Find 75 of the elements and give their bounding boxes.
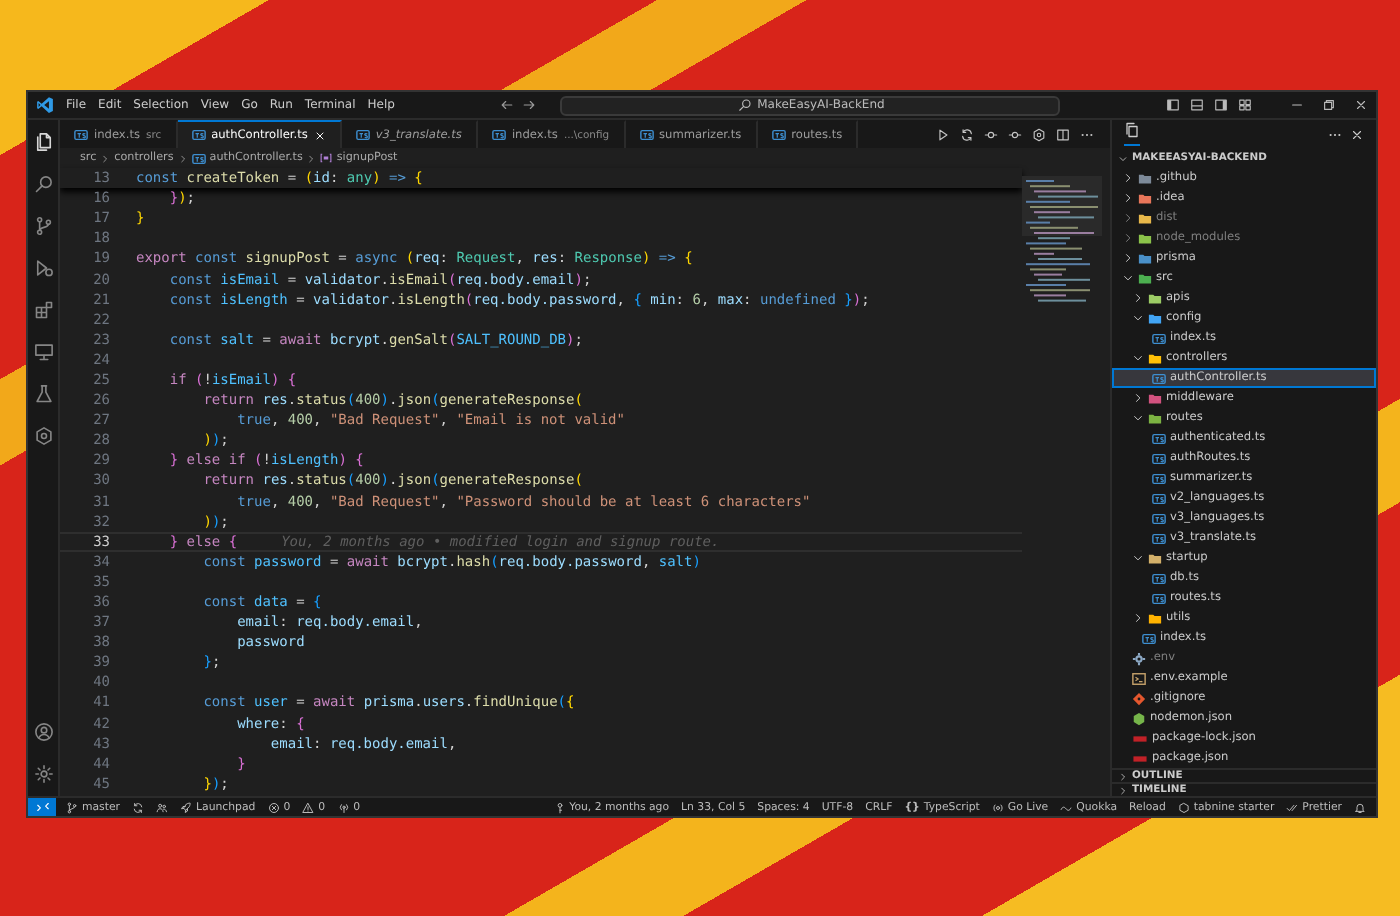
chevron-right-icon (177, 153, 188, 163)
ts-file-icon (1152, 451, 1166, 465)
play-bug-icon[interactable] (33, 258, 53, 278)
chevron-down-icon (1118, 153, 1128, 163)
ts-file-icon (1152, 591, 1166, 605)
gear-icon (1132, 651, 1146, 665)
error-icon (267, 801, 280, 813)
files-icon[interactable] (33, 132, 53, 152)
antenna-icon (337, 801, 350, 813)
monitor-icon[interactable] (33, 342, 53, 362)
split-editor-icon[interactable] (1056, 127, 1070, 141)
chevron-right-icon (306, 153, 317, 163)
hexagon-icon (1177, 801, 1190, 813)
diamond-icon (1132, 691, 1146, 705)
sidebar-left-icon[interactable] (1166, 98, 1180, 112)
remote-icon (35, 800, 49, 814)
rocket-icon (180, 801, 193, 813)
flask-icon[interactable] (33, 384, 53, 404)
ts-file-icon (355, 128, 370, 142)
minimize-icon[interactable] (1290, 98, 1304, 112)
symbol-icon (320, 152, 333, 164)
ts-file-icon (1152, 491, 1166, 505)
ts-file-icon (1152, 571, 1166, 585)
radio-tower-icon (991, 801, 1004, 813)
run-icon[interactable] (936, 127, 950, 141)
search-icon[interactable] (33, 174, 53, 194)
branch-icon[interactable] (33, 216, 53, 236)
restore-icon[interactable] (1322, 98, 1336, 112)
ts-file-icon (1152, 531, 1166, 545)
ts-file-icon (1152, 371, 1166, 385)
wave-icon (1060, 801, 1073, 813)
close-icon[interactable] (1354, 98, 1368, 112)
ts-file-icon (771, 128, 786, 142)
account-icon[interactable] (33, 722, 53, 742)
circle-icon[interactable] (984, 127, 998, 141)
key-icon (553, 801, 566, 813)
close-icon[interactable] (1350, 127, 1364, 141)
ts-file-icon (491, 128, 506, 142)
search-icon (737, 98, 752, 112)
remote-button[interactable] (28, 798, 56, 816)
circle-icon[interactable] (1008, 127, 1022, 141)
code-editor-logo-icon (36, 96, 54, 114)
panel-bottom-icon[interactable] (1190, 98, 1204, 112)
status-item[interactable] (132, 801, 145, 813)
hexagon-icon[interactable] (33, 426, 53, 446)
people-icon (156, 801, 169, 813)
sidebar-right-icon[interactable] (1214, 98, 1228, 112)
branch-icon (66, 801, 78, 813)
status-item[interactable] (156, 801, 169, 813)
ts-file-icon (191, 151, 206, 165)
warning-icon (302, 801, 315, 813)
hexagon-icon[interactable] (1032, 127, 1046, 141)
ts-file-icon (1152, 431, 1166, 445)
ts-file-icon (639, 128, 654, 142)
minimap-drawing[interactable] (1022, 176, 1102, 308)
back-arrow-icon[interactable] (500, 98, 515, 112)
bell-icon (1354, 801, 1366, 813)
ts-file-icon (1142, 631, 1156, 645)
sync-icon (132, 801, 145, 813)
extensions-icon[interactable] (33, 300, 53, 320)
copy-icon[interactable] (1124, 122, 1140, 138)
ts-file-icon (1152, 471, 1166, 485)
ts-file-icon (1152, 511, 1166, 525)
ts-file-icon (1152, 331, 1166, 345)
ts-file-icon (191, 128, 206, 142)
terminal-icon (1132, 671, 1146, 685)
forward-arrow-icon[interactable] (522, 98, 537, 112)
hexagon-icon (1132, 711, 1146, 725)
status-item[interactable] (1354, 801, 1366, 813)
settings-icon[interactable] (33, 764, 53, 784)
ts-file-icon (74, 128, 88, 142)
layout-grid-icon[interactable] (1238, 98, 1252, 112)
sync-icon[interactable] (960, 127, 974, 141)
double-check-icon (1286, 801, 1299, 813)
chevron-right-icon (100, 153, 111, 163)
